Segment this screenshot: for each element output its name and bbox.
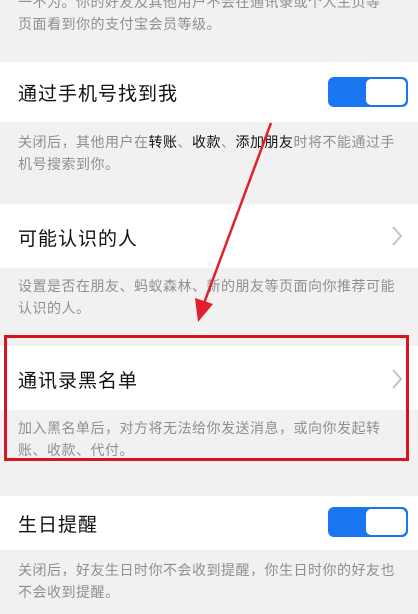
annotation-arrow-icon bbox=[195, 122, 273, 322]
